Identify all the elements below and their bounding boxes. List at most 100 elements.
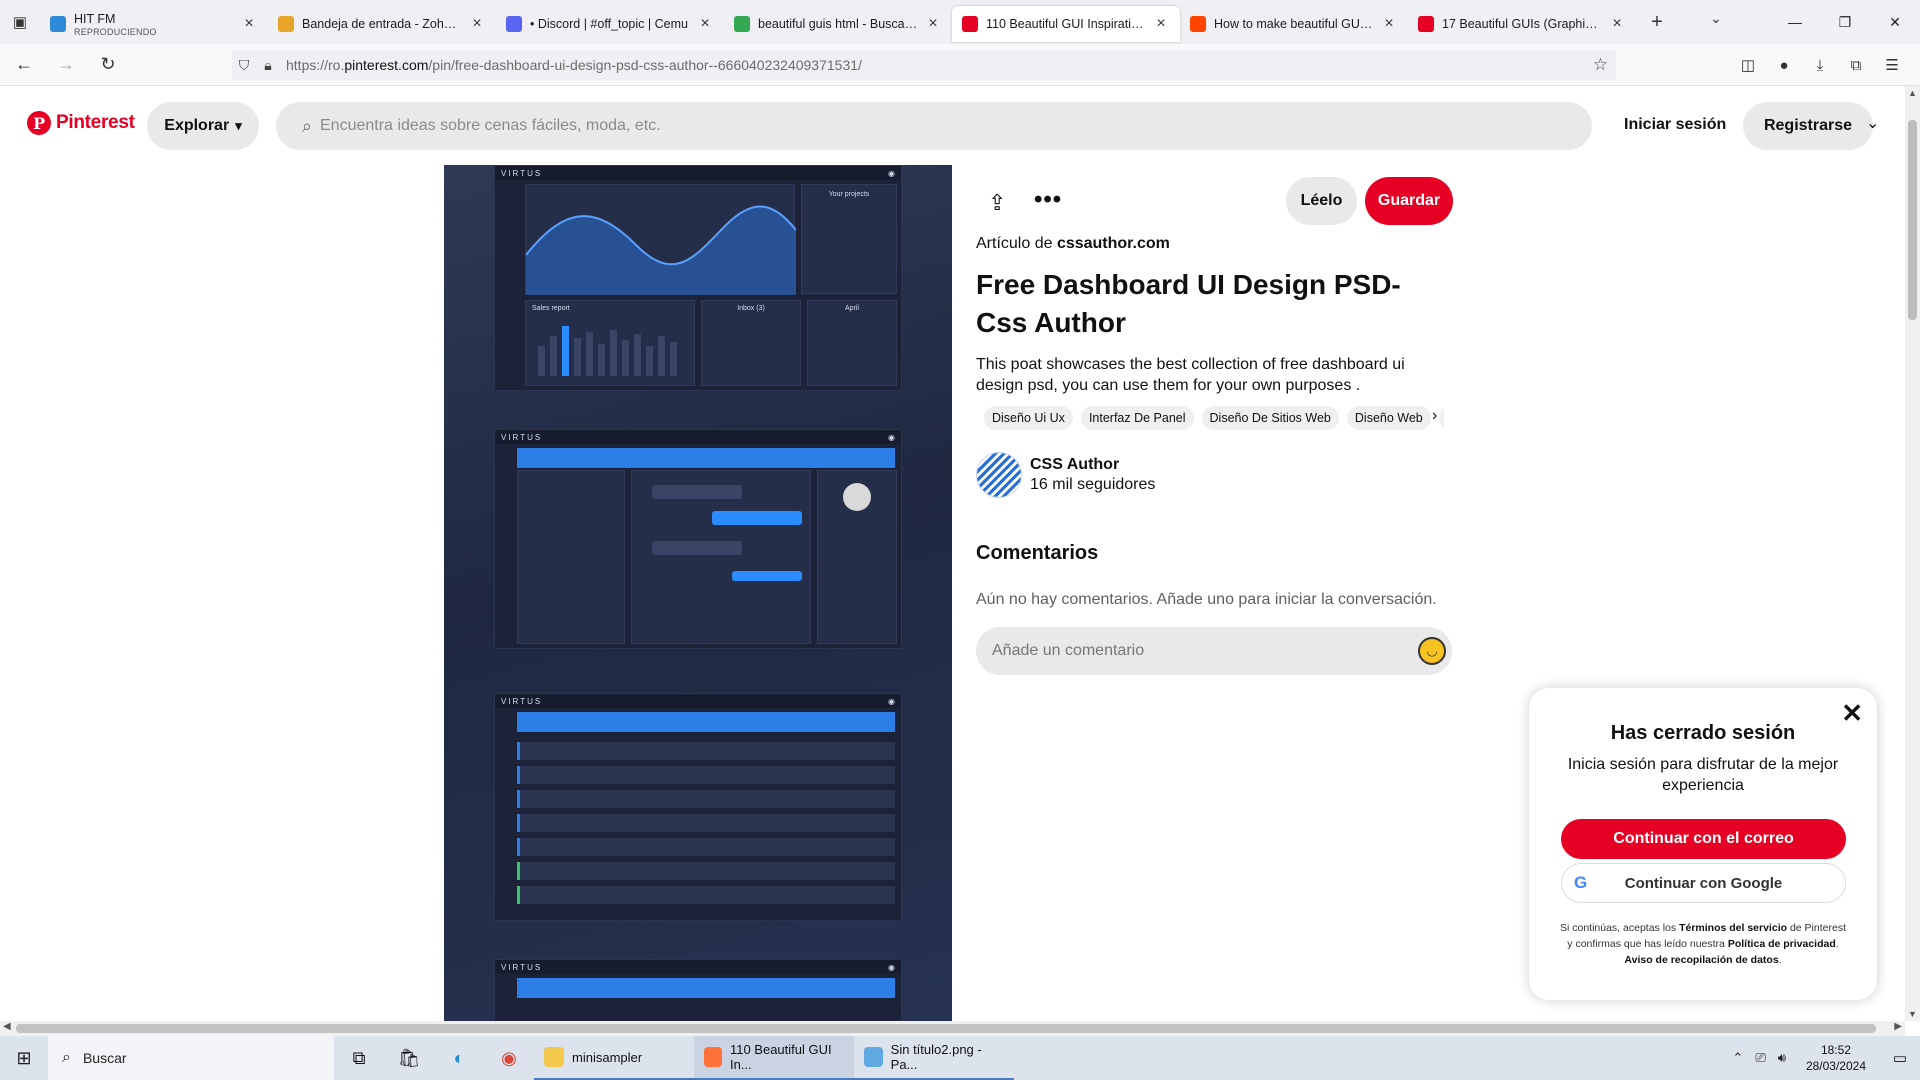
taskbar-app[interactable]: 110 Beautiful GUI In... <box>694 1036 854 1080</box>
close-tab-icon[interactable]: × <box>1152 15 1170 33</box>
volume-icon[interactable]: 🔊︎ <box>1778 1050 1786 1066</box>
scroll-down-icon[interactable]: ▼ <box>1908 1009 1917 1019</box>
browser-tab[interactable]: • Discord | #off_topic | Cemu × <box>496 6 724 42</box>
taskbar-search[interactable]: ⌕ Buscar <box>48 1036 334 1080</box>
tab-list-icon[interactable]: ▣ <box>0 0 40 44</box>
browser-tab[interactable]: 17 Beautiful GUIs (Graphic User × <box>1408 6 1636 42</box>
more-options-icon[interactable]: ••• <box>1034 186 1062 214</box>
privacy-link[interactable]: Política de privacidad <box>1728 938 1836 950</box>
taskbar-app-label: 110 Beautiful GUI In... <box>729 1042 832 1072</box>
edge-icon[interactable]: ◐ <box>434 1036 484 1080</box>
tag-chip[interactable]: Diseño Ui Ux <box>984 406 1073 430</box>
vertical-scrollbar[interactable]: ▲ ▼ <box>1905 86 1920 1021</box>
url-bar[interactable]: ⛉ 🔒︎ https://ro.pinterest.com/pin/free-d… <box>232 50 1616 80</box>
close-tab-icon[interactable]: × <box>240 15 258 33</box>
network-icon[interactable]: ⎚ <box>1755 1050 1765 1066</box>
list-all-tabs-icon[interactable]: ⌄ <box>1710 10 1722 27</box>
back-icon[interactable]: ← <box>6 49 42 81</box>
minimize-icon[interactable]: — <box>1770 0 1820 44</box>
mockup-bubble <box>712 511 802 525</box>
mockup-workflow: VIRTUS ◉ <box>494 959 902 1023</box>
menu-icon[interactable]: ☰ <box>1874 50 1910 80</box>
browser-tab[interactable]: Bandeja de entrada - Zoho Mail × <box>268 6 496 42</box>
reload-icon[interactable]: ↻ <box>90 49 126 81</box>
source-domain-link[interactable]: cssauthor.com <box>1057 235 1170 252</box>
new-tab-button[interactable]: + <box>1642 11 1672 34</box>
store-icon[interactable]: 🛍︎ <box>384 1036 434 1080</box>
browser-tab[interactable]: 110 Beautiful GUI Inspirations id × <box>952 6 1180 42</box>
save-button[interactable]: Guardar <box>1365 177 1453 225</box>
shield-icon[interactable]: ⛉ <box>232 57 256 74</box>
chevron-down-icon[interactable]: ⌄ <box>1866 113 1879 133</box>
pin-image[interactable]: VIRTUS ◉ Your projects Sales report Inbox… <box>444 165 952 1023</box>
tab-title-text: 17 Beautiful GUIs (Graphic User <box>1442 17 1602 31</box>
data-notice-link[interactable]: Aviso de recopilación de datos <box>1624 954 1778 966</box>
explore-dropdown[interactable]: Explorar ▾ <box>147 102 259 150</box>
close-window-icon[interactable]: ✕ <box>1870 0 1920 44</box>
read-button[interactable]: Léelo <box>1286 177 1357 225</box>
continue-google-button[interactable]: G Continuar con Google <box>1561 863 1846 903</box>
chrome-icon[interactable]: ◉ <box>484 1036 534 1080</box>
tag-chip[interactable]: Diseño Web <box>1346 406 1431 430</box>
lock-icon[interactable]: 🔒︎ <box>256 57 280 74</box>
bookmark-star-icon[interactable]: ☆ <box>1593 55 1608 75</box>
close-tab-icon[interactable]: × <box>696 15 714 33</box>
login-link[interactable]: Iniciar sesión <box>1624 116 1726 134</box>
tag-chip[interactable]: Interfaz De Panel <box>1080 406 1194 430</box>
taskbar-app-label: minisampler <box>572 1049 643 1065</box>
legal-text: Si continúas, aceptas los Términos del s… <box>1559 922 1846 966</box>
search-bar[interactable]: ⌕ Encuentra ideas sobre cenas fáciles, m… <box>276 102 1592 150</box>
account-icon[interactable]: ● <box>1766 50 1802 80</box>
horizontal-scrollbar[interactable]: ◀ ▶ <box>0 1021 1905 1036</box>
browser-tab[interactable]: How to make beautiful GUI like × <box>1180 6 1408 42</box>
scroll-thumb[interactable] <box>1908 120 1917 320</box>
task-view-icon[interactable]: ⧉ <box>334 1036 384 1080</box>
author-name[interactable]: CSS Author <box>1030 456 1155 474</box>
register-button[interactable]: Registrarse <box>1743 102 1873 150</box>
chevron-up-icon[interactable]: ⌃ <box>1732 1050 1743 1066</box>
notification-icon[interactable]: ▭ <box>1880 1049 1920 1067</box>
mockup-messages: VIRTUS ◉ <box>494 429 902 649</box>
clock[interactable]: 18:52 28/03/2024 <box>1806 1042 1866 1074</box>
windows-start-icon[interactable]: ⊞ <box>0 1036 48 1080</box>
scroll-right-icon[interactable]: ▶ <box>1894 1021 1902 1032</box>
taskbar-app[interactable]: minisampler <box>534 1036 694 1080</box>
tab-favicon-icon <box>734 16 750 32</box>
tag-list: Diseño Ui Ux Interfaz De Panel Diseño De S… <box>984 406 1444 430</box>
mockup-table-row <box>517 838 895 856</box>
emoji-icon[interactable]: ◡ <box>1418 637 1446 665</box>
mockup-bubble <box>732 571 802 581</box>
tag-chip[interactable]: Diseño De Sitios Web <box>1201 406 1339 430</box>
tag-chip[interactable]: Ap <box>1438 406 1444 430</box>
extensions-icon[interactable]: ⧉ <box>1838 50 1874 80</box>
logged-out-popup: ✕ Has cerrado sesión Inicia sesión para … <box>1529 688 1877 1000</box>
author-avatar[interactable] <box>976 452 1022 498</box>
scroll-left-icon[interactable]: ◀ <box>3 1021 11 1032</box>
author-block[interactable]: CSS Author 16 mil seguidores <box>976 452 1155 498</box>
mockup-table-row <box>517 814 895 832</box>
pocket-icon[interactable]: ◫ <box>1730 50 1766 80</box>
taskbar-app[interactable]: Sin título2.png - Pa... <box>854 1036 1014 1080</box>
scroll-thumb[interactable] <box>16 1024 1876 1033</box>
forward-icon[interactable]: → <box>48 49 84 81</box>
browser-tab[interactable]: HIT FM REPRODUCIENDO × <box>40 6 268 42</box>
close-tab-icon[interactable]: × <box>468 15 486 33</box>
url-text: https://ro.pinterest.com/pin/free-dashbo… <box>286 57 862 73</box>
comment-input[interactable]: Añade un comentario ◡ <box>976 627 1452 675</box>
close-tab-icon[interactable]: × <box>924 15 942 33</box>
downloads-icon[interactable]: ⤓ <box>1802 50 1838 80</box>
continue-email-button[interactable]: Continuar con el correo <box>1561 819 1846 859</box>
terms-link[interactable]: Términos del servicio <box>1679 922 1787 934</box>
search-input[interactable]: Encuentra ideas sobre cenas fáciles, mod… <box>320 117 661 135</box>
pinterest-logo[interactable]: P Pinterest <box>27 111 135 135</box>
window-controls: — ❐ ✕ <box>1770 0 1920 44</box>
source-prefix: Artículo de <box>976 235 1053 252</box>
google-icon: G <box>1574 873 1588 892</box>
restore-icon[interactable]: ❐ <box>1820 0 1870 44</box>
share-icon[interactable]: ⇪ <box>988 190 1006 216</box>
close-tab-icon[interactable]: × <box>1380 15 1398 33</box>
chevron-right-icon[interactable]: › <box>1432 407 1437 425</box>
browser-tab[interactable]: beautiful guis html - Buscar con × <box>724 6 952 42</box>
scroll-up-icon[interactable]: ▲ <box>1908 88 1917 98</box>
close-tab-icon[interactable]: × <box>1608 15 1626 33</box>
